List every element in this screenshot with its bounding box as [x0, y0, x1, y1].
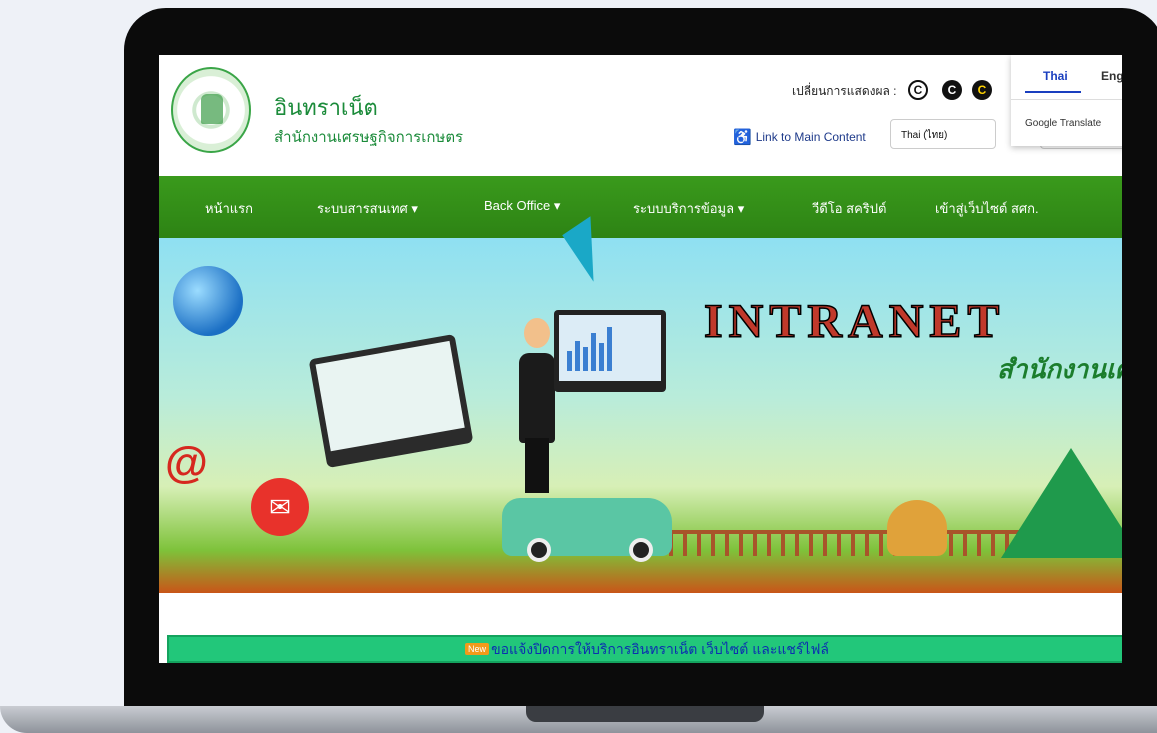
agency-seal-logo	[171, 67, 251, 153]
google-translate-brand: Google Translate	[1025, 118, 1102, 129]
nav-item-home[interactable]: หน้าแรก	[205, 198, 253, 219]
contrast-yellow-button[interactable]: C	[972, 80, 992, 100]
contrast-dark-button[interactable]: C	[942, 80, 962, 100]
laptop-notch	[526, 706, 764, 722]
display-mode-label: เปลี่ยนการแสดงผล :	[792, 84, 897, 98]
nav-item-video-script[interactable]: วีดีโอ สคริปต์	[812, 198, 886, 219]
imac-illustration	[308, 333, 474, 469]
language-select[interactable]: Thai (ไทย)	[890, 119, 996, 149]
main-content-link-label: Link to Main Content	[755, 130, 866, 144]
contrast-normal-button[interactable]: C	[908, 80, 928, 100]
dashboard-bar	[575, 341, 580, 371]
banner-title: INTRANET	[703, 294, 1006, 349]
dashboard-bar	[583, 347, 588, 371]
dashboard-screen	[559, 315, 661, 381]
dashboard-bar	[599, 343, 604, 371]
nav-item-back-office[interactable]: Back Office ▾	[484, 198, 560, 214]
new-badge: New	[465, 643, 490, 655]
main-nav: หน้าแรก ระบบสารสนเทศ ▾ Back Office ▾ ระบ…	[159, 176, 1122, 238]
seal-emblem	[201, 94, 223, 124]
car-wheel	[629, 538, 653, 562]
at-sign-icon: @	[165, 438, 208, 487]
google-translate-panel: Thai Engl Google Translate	[1011, 55, 1122, 146]
haystack-illustration	[887, 500, 947, 556]
mail-icon: ✉	[251, 478, 309, 536]
nav-item-data-services[interactable]: ระบบบริการข้อมูล ▾	[633, 198, 744, 219]
site-header: อินทราเน็ต สำนักงานเศรษฐกิจการเกษตร เปลี…	[159, 55, 1122, 176]
car-wheel	[527, 538, 551, 562]
active-tab-indicator	[1025, 91, 1081, 93]
wheelchair-icon: ♿	[733, 129, 752, 146]
nav-item-information-systems[interactable]: ระบบสารสนเทศ ▾	[317, 198, 418, 219]
tab-thai[interactable]: Thai	[1043, 69, 1068, 83]
main-content-link[interactable]: ♿ Link to Main Content	[733, 128, 866, 146]
tab-english[interactable]: Engl	[1101, 69, 1122, 83]
imac-screen	[315, 340, 465, 452]
mountain-illustration	[1001, 448, 1122, 558]
dashboard-bar	[607, 327, 612, 371]
dashboard-bar	[591, 333, 596, 371]
announcement-text[interactable]: ขอแจ้งปิดการให้บริการอินทราเน็ต เว็บไซต์…	[491, 641, 829, 657]
businessman-legs	[525, 438, 549, 493]
banner-subtitle: สำนักงานเศ	[997, 354, 1122, 384]
businessman-illustration	[519, 353, 555, 443]
dashboard-monitor-illustration	[554, 310, 666, 392]
site-subtitle: สำนักงานเศรษฐกิจการเกษตร	[274, 129, 464, 146]
panel-divider	[1011, 99, 1122, 100]
browser-screen: อินทราเน็ต สำนักงานเศรษฐกิจการเกษตร เปลี…	[159, 55, 1122, 663]
intranet-banner: @ ✉ INTRANET สำนักงานเศ	[159, 238, 1122, 593]
globe-illustration	[173, 266, 243, 336]
announcement-ticker[interactable]: New ขอแจ้งปิดการให้บริการอินทราเน็ต เว็บไ…	[167, 635, 1122, 663]
nav-item-oae-website[interactable]: เข้าสู่เว็บไซต์ สศก.	[935, 198, 1039, 219]
businessman-head	[524, 318, 550, 348]
dashboard-bar	[567, 351, 572, 371]
site-title: อินทราเน็ต	[274, 95, 378, 120]
